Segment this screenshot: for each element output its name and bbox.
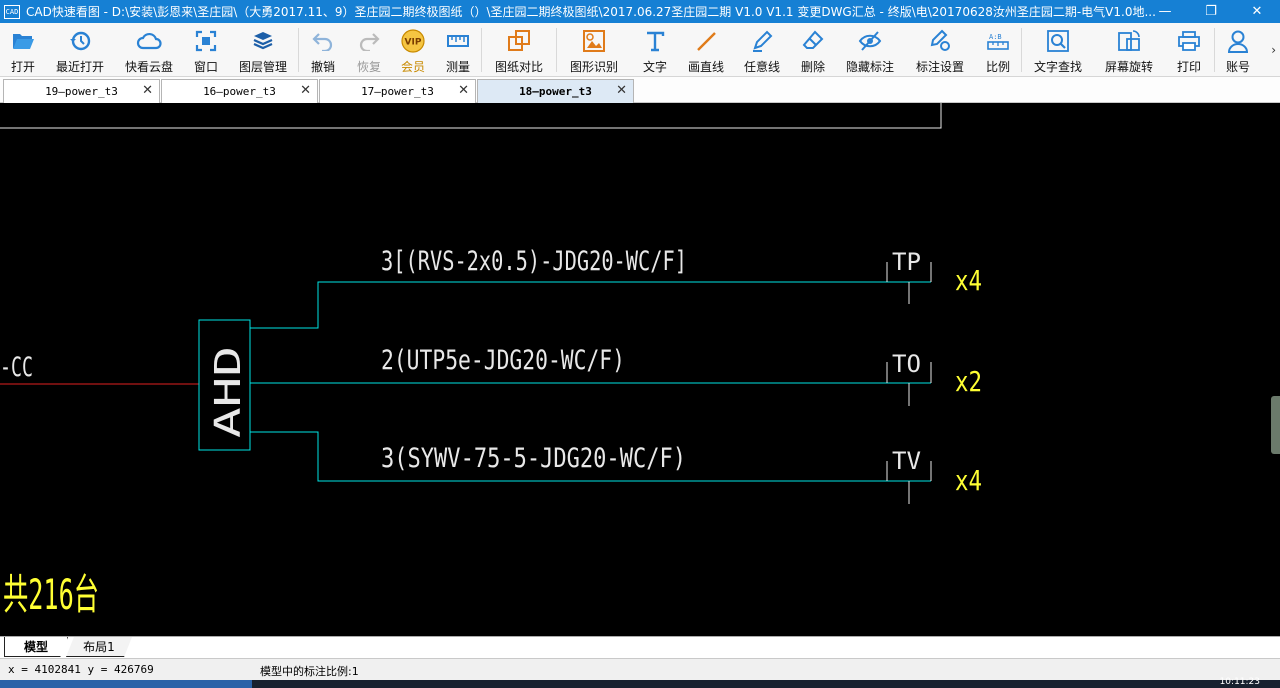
settings-pen-icon: [927, 28, 953, 54]
terminal-tv-label: TV: [892, 447, 921, 475]
layers-icon: [250, 28, 276, 54]
count-tv: x4: [955, 464, 982, 497]
recent-button[interactable]: 最近打开: [46, 23, 114, 77]
redo-button[interactable]: 恢复: [347, 23, 391, 77]
undo-button[interactable]: 撤销: [299, 23, 347, 77]
window-button[interactable]: 窗口: [184, 23, 228, 77]
undo-arrow-icon: [310, 28, 336, 54]
compare-drawings-button[interactable]: 图纸对比: [482, 23, 556, 77]
text-t-icon: [642, 28, 668, 54]
history-clock-icon: [67, 28, 93, 54]
minimize-button[interactable]: —: [1142, 0, 1188, 23]
scroll-handle[interactable]: [1271, 396, 1280, 454]
wire-top: [250, 281, 931, 329]
tab-17-power-t3[interactable]: 17—power_t3 ✕: [319, 79, 476, 103]
text-search-icon: [1045, 28, 1071, 54]
terminal-to-label: TO: [892, 350, 921, 378]
cable-label-tv: 3(SYWV-75-5-JDG20-WC/F): [381, 443, 686, 474]
annotation-scale-readout: 模型中的标注比例:1: [260, 665, 359, 678]
folder-open-icon: [10, 28, 36, 54]
count-tp: x4: [955, 264, 982, 297]
tab-16-power-t3[interactable]: 16—power_t3 ✕: [161, 79, 318, 103]
freehand-line-button[interactable]: 任意线: [733, 23, 791, 77]
rotate-screen-icon: [1116, 28, 1142, 54]
taskbar-clock: 10:11:23: [1219, 677, 1260, 687]
mark-settings-button[interactable]: 标注设置: [905, 23, 975, 77]
printer-icon: [1176, 28, 1202, 54]
vip-button[interactable]: VIP 会员: [391, 23, 435, 77]
close-tab-icon[interactable]: ✕: [142, 83, 153, 98]
redo-arrow-icon: [356, 28, 382, 54]
window-frame-icon: [193, 28, 219, 54]
pencil-icon: [749, 28, 775, 54]
svg-text:VIP: VIP: [405, 38, 422, 48]
document-tab-bar: 19—power_t3 ✕ 16—power_t3 ✕ 17—power_t3 …: [0, 77, 1280, 103]
draw-line-button[interactable]: 画直线: [679, 23, 733, 77]
left-label: -CC: [0, 352, 33, 383]
print-button[interactable]: 打印: [1164, 23, 1214, 77]
cloud-drive-button[interactable]: 快看云盘: [114, 23, 184, 77]
close-tab-icon[interactable]: ✕: [458, 83, 469, 98]
vip-badge-icon: VIP: [400, 28, 426, 54]
total-count-label: 共216台: [3, 570, 99, 619]
find-text-button[interactable]: 文字查找: [1022, 23, 1094, 77]
compare-icon: [506, 28, 532, 54]
tab-18-power-t3[interactable]: 18—power_t3 ✕: [477, 79, 634, 103]
measure-button[interactable]: 测量: [435, 23, 481, 77]
layer-manager-button[interactable]: 图层管理: [228, 23, 298, 77]
window-controls: — ❐ ✕: [1142, 0, 1280, 23]
title-bar: CAD CAD快速看图 - D:\安装\彭恩来\圣庄园\（大勇2017.11、9…: [0, 0, 1280, 23]
status-bar: x = 4102841 y = 426769 模型中的标注比例:1: [0, 658, 1280, 680]
layout-tab-bar: 模型 布局1: [0, 636, 1280, 658]
main-toolbar: 打开 最近打开 快看云盘 窗口 图层管理 撤销 恢复 VIP 会员 测量 图纸对…: [0, 23, 1280, 77]
shape-recognize-icon: [581, 28, 607, 54]
text-button[interactable]: 文字: [631, 23, 679, 77]
count-to: x2: [955, 365, 982, 398]
window-title: CAD快速看图 - D:\安装\彭恩来\圣庄园\（大勇2017.11、9）圣庄园…: [26, 5, 1156, 19]
open-button[interactable]: 打开: [0, 23, 46, 77]
os-taskbar: 10:11:23: [0, 677, 1280, 688]
drawing-canvas[interactable]: -CC AHD 3[(RVS-2x0.5)-JDG20-WC/F] 2(UTP5…: [0, 103, 1280, 636]
taskbar-active-app[interactable]: [0, 680, 252, 688]
cloud-icon: [136, 28, 162, 54]
frame-border-line: [0, 103, 942, 129]
shape-recognition-button[interactable]: 图形识别: [557, 23, 631, 77]
erase-button[interactable]: 删除: [791, 23, 835, 77]
tab-model[interactable]: 模型: [4, 637, 68, 657]
cable-label-to: 2(UTP5e-JDG20-WC/F): [381, 345, 625, 376]
hide-marks-button[interactable]: 隐藏标注: [835, 23, 905, 77]
ruler-icon: [445, 28, 471, 54]
close-tab-icon[interactable]: ✕: [300, 83, 311, 98]
svg-text:A:B: A:B: [989, 33, 1002, 41]
toolbar-more-chevron-icon[interactable]: ›: [1271, 43, 1276, 57]
ahd-label: AHD: [208, 346, 249, 438]
scale-ab-icon: A:B: [985, 28, 1011, 54]
rotate-screen-button[interactable]: 屏幕旋转: [1094, 23, 1164, 77]
terminal-tp-label: TP: [892, 248, 921, 276]
app-icon[interactable]: CAD: [4, 4, 20, 19]
eye-slash-icon: [857, 28, 883, 54]
close-tab-icon[interactable]: ✕: [616, 83, 627, 98]
close-window-button[interactable]: ✕: [1234, 0, 1280, 23]
restore-button[interactable]: ❐: [1188, 0, 1234, 23]
line-icon: [693, 28, 719, 54]
tab-layout1[interactable]: 布局1: [66, 637, 132, 657]
account-button[interactable]: 账号: [1215, 23, 1261, 77]
user-icon: [1225, 28, 1251, 54]
scale-button[interactable]: A:B 比例: [975, 23, 1021, 77]
eraser-icon: [800, 28, 826, 54]
tab-19-power-t3[interactable]: 19—power_t3 ✕: [3, 79, 160, 103]
cable-label-tp: 3[(RVS-2x0.5)-JDG20-WC/F]: [381, 246, 687, 277]
coordinates-readout: x = 4102841 y = 426769: [8, 663, 154, 676]
